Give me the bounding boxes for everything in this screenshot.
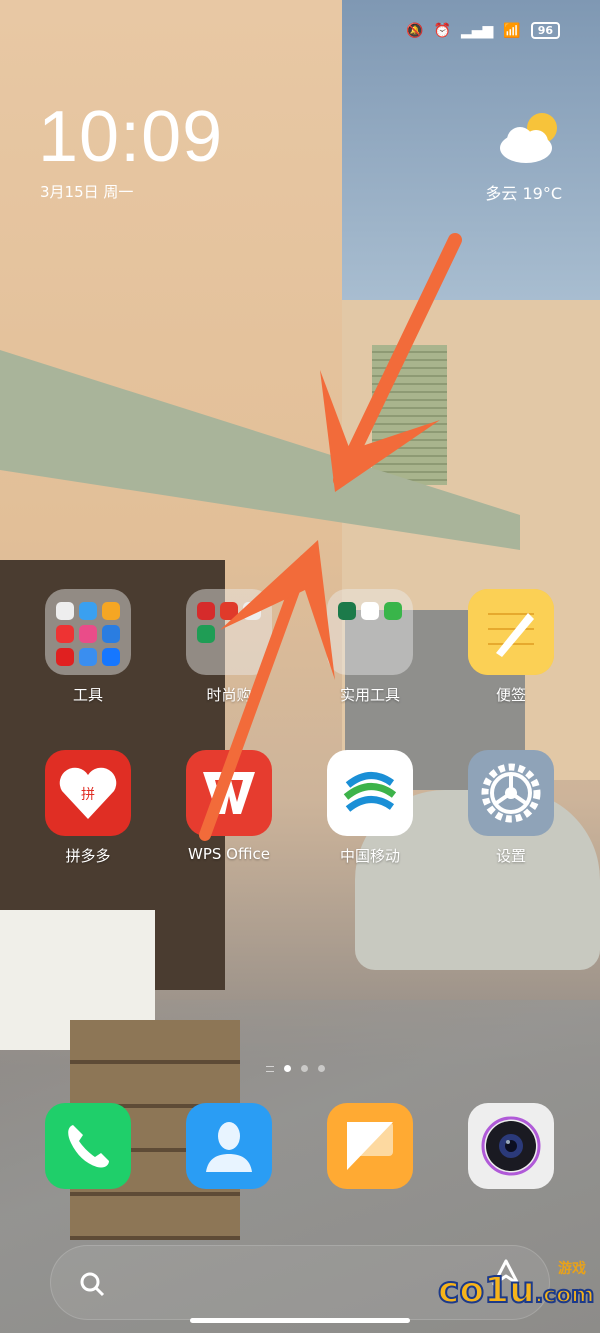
annotation-arrows — [199, 233, 462, 841]
annotation-arrow-down-left — [320, 233, 462, 492]
home-indicator[interactable] — [190, 1318, 410, 1323]
watermark-logo: co1u.com 游戏 — [437, 1261, 595, 1312]
annotation-arrow-up — [199, 540, 335, 841]
